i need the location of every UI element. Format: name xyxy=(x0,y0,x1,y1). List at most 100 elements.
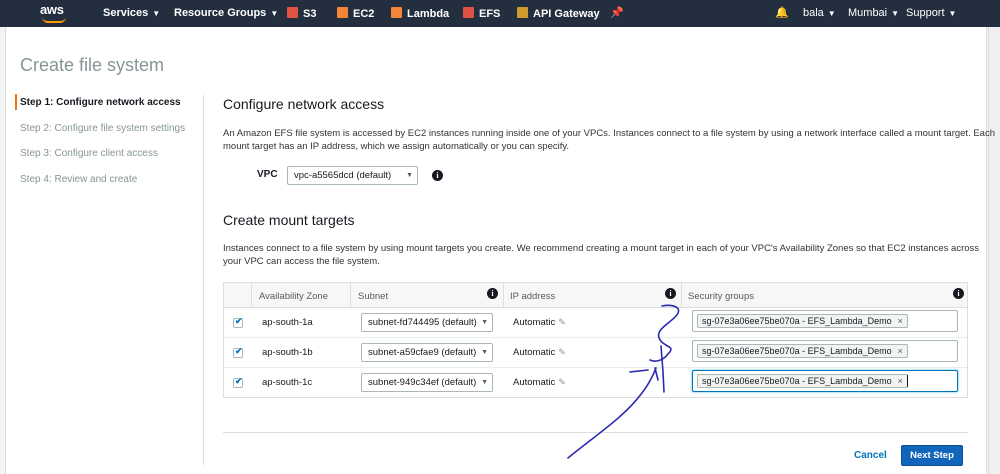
chevron-down-icon: ▼ xyxy=(481,379,488,386)
pencil-icon[interactable]: ✎ xyxy=(558,317,566,327)
subnet-info-icon[interactable]: i xyxy=(487,288,498,299)
security-groups-input[interactable]: sg-07e3a06ee75be070a - EFS_Lambda_Demo × xyxy=(692,310,958,332)
column-separator xyxy=(503,283,504,308)
services-label: Services xyxy=(103,7,149,19)
security-groups-input[interactable]: sg-07e3a06ee75be070a - EFS_Lambda_Demo × xyxy=(692,370,958,392)
vpc-select-value: vpc-a5565dcd (default) xyxy=(294,170,392,181)
remove-icon[interactable]: × xyxy=(898,316,903,326)
active-step-indicator xyxy=(15,94,17,110)
resource-groups-menu[interactable]: Resource Groups ▼ xyxy=(174,7,278,19)
api-gateway-icon xyxy=(517,7,528,18)
cancel-button[interactable]: Cancel xyxy=(854,450,887,461)
availability-zone: ap-south-1a xyxy=(262,317,313,328)
mount-targets-heading: Create mount targets xyxy=(223,212,355,228)
ip-address-value: Automatic xyxy=(513,377,556,388)
chevron-down-icon: ▼ xyxy=(481,349,488,356)
network-heading: Configure network access xyxy=(223,96,385,112)
shortcut-ec2[interactable]: EC2 xyxy=(337,7,374,20)
ip-address-field[interactable]: Automatic ✎ xyxy=(513,317,566,328)
security-group-tag: sg-07e3a06ee75be070a - EFS_Lambda_Demo × xyxy=(697,344,908,358)
pencil-icon[interactable]: ✎ xyxy=(558,347,566,357)
support-menu[interactable]: Support ▼ xyxy=(906,7,956,19)
step-2[interactable]: Step 2: Configure file system settings xyxy=(20,123,185,134)
remove-icon[interactable]: × xyxy=(898,376,903,386)
chevron-down-icon: ▼ xyxy=(891,9,900,18)
top-navigation: aws Services ▼ Resource Groups ▼ S3 EC2 La… xyxy=(0,0,1000,27)
services-menu[interactable]: Services ▼ xyxy=(103,7,160,19)
sidebar-divider xyxy=(203,95,204,465)
resource-groups-label: Resource Groups xyxy=(174,7,267,19)
subnet-select-value: subnet-a59cfae9 (default) xyxy=(368,347,477,358)
row-checkbox[interactable]: ✔ xyxy=(233,376,243,388)
subnet-select[interactable]: subnet-fd744495 (default) ▼ xyxy=(361,313,493,332)
column-ip-address: IP address xyxy=(510,291,556,302)
text-cursor xyxy=(907,375,908,387)
ip-address-field[interactable]: Automatic ✎ xyxy=(513,377,566,388)
scrollbar[interactable] xyxy=(988,27,1000,474)
step-1[interactable]: Step 1: Configure network access xyxy=(20,97,181,108)
shortcut-s3-label: S3 xyxy=(303,8,317,20)
aws-logo[interactable]: aws xyxy=(40,2,70,24)
remove-icon[interactable]: × xyxy=(898,346,903,356)
security-group-tag: sg-07e3a06ee75be070a - EFS_Lambda_Demo × xyxy=(697,374,908,388)
chevron-down-icon: ▼ xyxy=(481,319,488,326)
network-description-line-1: An Amazon EFS file system is accessed by… xyxy=(223,128,996,139)
table-row: ✔ ap-south-1a subnet-fd744495 (default) … xyxy=(224,308,967,338)
chevron-down-icon: ▼ xyxy=(152,9,161,18)
chevron-down-icon: ▼ xyxy=(270,9,279,18)
mount-targets-description-line-2: your VPC can access the file system. xyxy=(223,256,380,267)
region-menu[interactable]: Mumbai ▼ xyxy=(848,7,899,19)
security-group-tag-label: sg-07e3a06ee75be070a - EFS_Lambda_Demo xyxy=(702,316,892,326)
bell-icon[interactable]: 🔔 xyxy=(775,6,789,19)
shortcut-efs[interactable]: EFS xyxy=(463,7,500,20)
s3-icon xyxy=(287,7,298,18)
ec2-icon xyxy=(337,7,348,18)
column-separator xyxy=(251,283,252,308)
shortcut-lambda-label: Lambda xyxy=(407,8,450,20)
shortcut-s3[interactable]: S3 xyxy=(287,7,316,20)
user-menu[interactable]: bala ▼ xyxy=(803,7,836,19)
network-description-line-2: mount target has an IP address, which we… xyxy=(223,141,570,152)
row-checkbox[interactable]: ✔ xyxy=(233,316,243,328)
vpc-select[interactable]: vpc-a5565dcd (default) ▼ xyxy=(287,166,418,185)
lambda-icon xyxy=(391,7,402,18)
support-label: Support xyxy=(906,7,945,19)
aws-smile-icon xyxy=(42,17,66,23)
actions-divider xyxy=(223,432,968,433)
column-separator xyxy=(350,283,351,308)
security-group-tag-label: sg-07e3a06ee75be070a - EFS_Lambda_Demo xyxy=(702,376,892,386)
efs-icon xyxy=(463,7,474,18)
mount-targets-table: Availability Zone Subnet i IP address i … xyxy=(223,282,968,398)
column-availability-zone: Availability Zone xyxy=(259,291,329,302)
security-groups-info-icon[interactable]: i xyxy=(953,288,964,299)
chevron-down-icon: ▼ xyxy=(827,9,836,18)
security-group-tag-label: sg-07e3a06ee75be070a - EFS_Lambda_Demo xyxy=(702,346,892,356)
step-3[interactable]: Step 3: Configure client access xyxy=(20,148,158,159)
page-title: Create file system xyxy=(20,55,165,75)
table-header: Availability Zone Subnet i IP address i … xyxy=(224,283,967,308)
subnet-select-value: subnet-fd744495 (default) xyxy=(368,317,477,328)
aws-logo-text: aws xyxy=(40,2,64,17)
ip-address-info-icon[interactable]: i xyxy=(665,288,676,299)
mount-targets-description-line-1: Instances connect to a file system by us… xyxy=(223,243,980,254)
shortcut-api-gateway[interactable]: API Gateway xyxy=(517,7,600,20)
shortcut-api-gateway-label: API Gateway xyxy=(533,8,600,20)
subnet-select[interactable]: subnet-949c34ef (default) ▼ xyxy=(361,373,493,392)
checkmark-icon: ✔ xyxy=(235,346,243,356)
shortcut-lambda[interactable]: Lambda xyxy=(391,7,449,20)
subnet-select[interactable]: subnet-a59cfae9 (default) ▼ xyxy=(361,343,493,362)
pencil-icon[interactable]: ✎ xyxy=(558,377,566,387)
vpc-label: VPC xyxy=(257,169,278,180)
ip-address-field[interactable]: Automatic ✎ xyxy=(513,347,566,358)
security-groups-input[interactable]: sg-07e3a06ee75be070a - EFS_Lambda_Demo × xyxy=(692,340,958,362)
vpc-info-icon[interactable]: i xyxy=(432,170,443,181)
step-4[interactable]: Step 4: Review and create xyxy=(20,174,137,185)
chevron-down-icon: ▼ xyxy=(406,172,413,179)
chevron-down-icon: ▼ xyxy=(948,9,957,18)
row-checkbox[interactable]: ✔ xyxy=(233,346,243,358)
pin-icon[interactable]: 📌 xyxy=(610,6,624,19)
checkmark-icon: ✔ xyxy=(235,376,243,386)
shortcut-efs-label: EFS xyxy=(479,8,501,20)
next-step-button[interactable]: Next Step xyxy=(901,445,963,466)
table-row: ✔ ap-south-1b subnet-a59cfae9 (default) … xyxy=(224,338,967,368)
